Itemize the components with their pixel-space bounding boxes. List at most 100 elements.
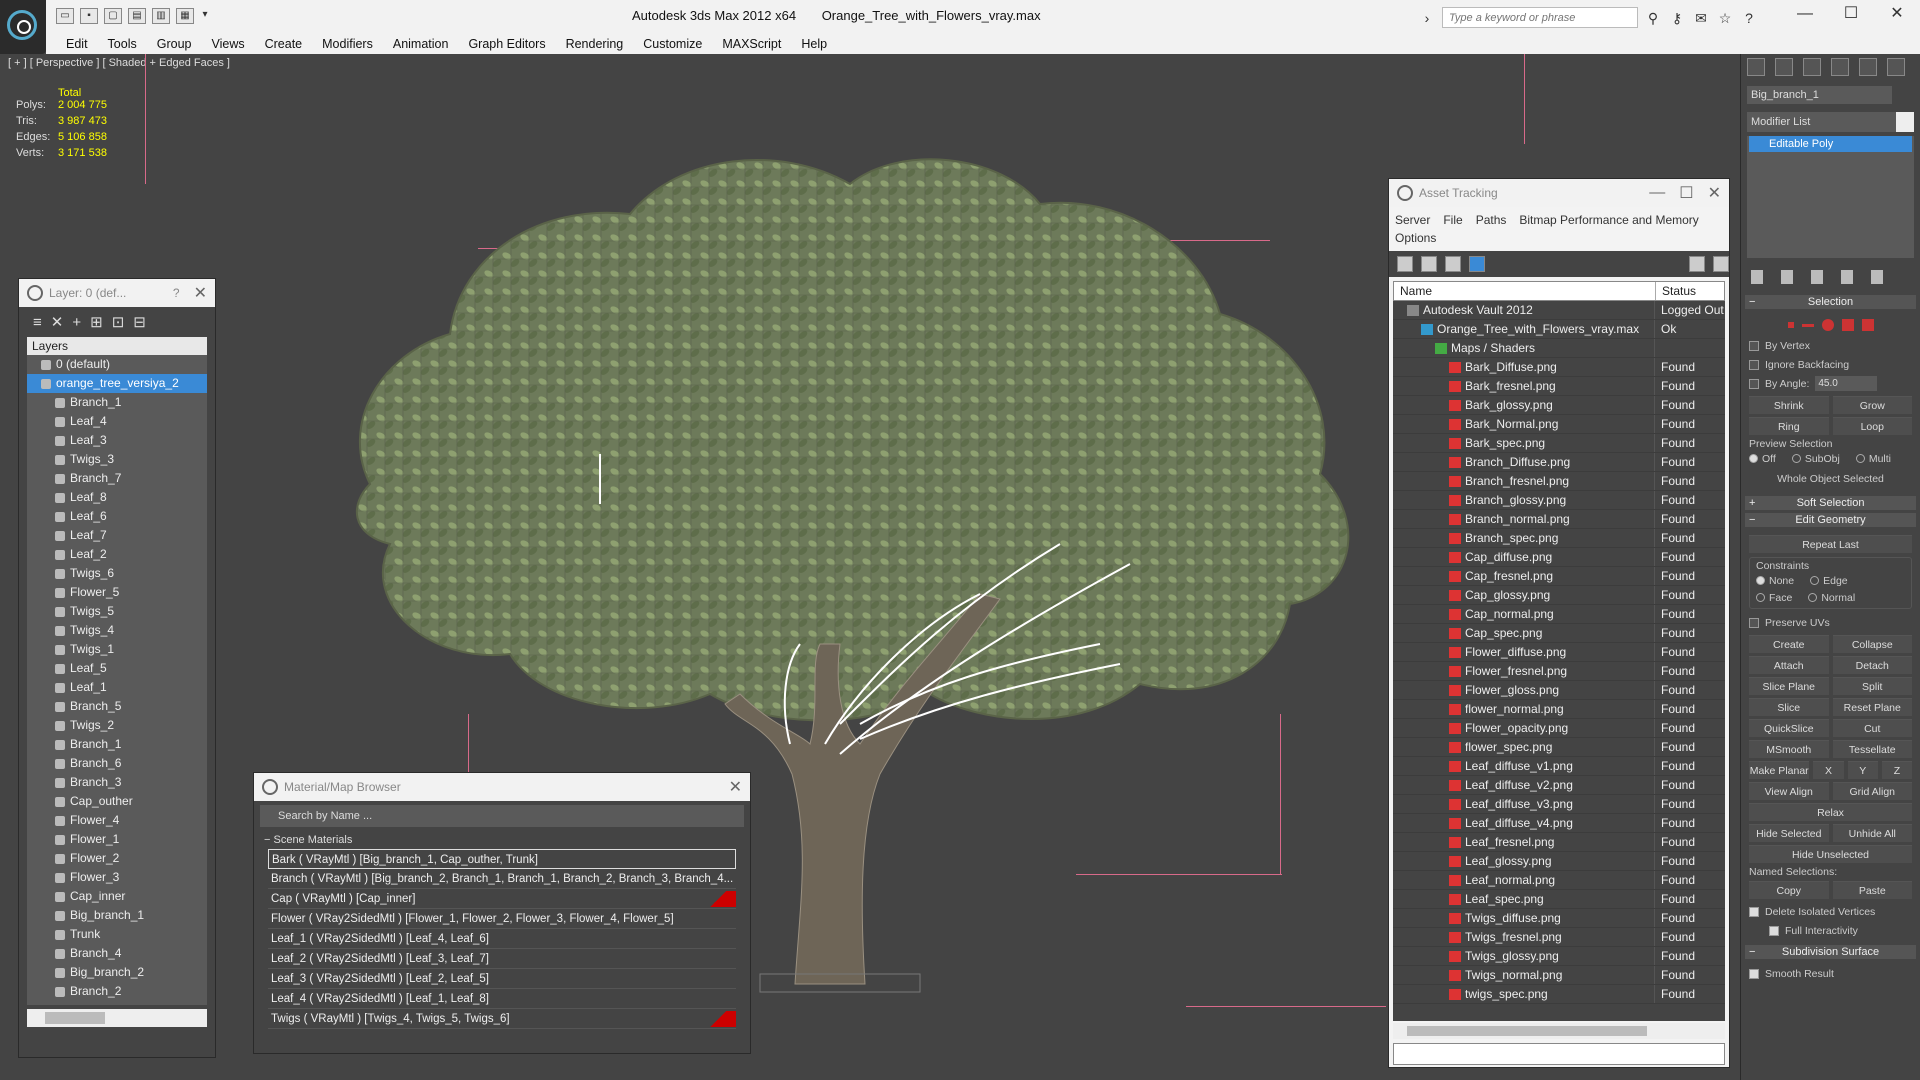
modify-tab-icon[interactable] (1775, 58, 1793, 76)
layer-item[interactable]: Flower_5 (27, 583, 207, 602)
create-button[interactable]: Create (1749, 635, 1829, 653)
asset-menu-item[interactable]: Server (1395, 211, 1430, 229)
thumbnail-icon[interactable] (1445, 256, 1461, 272)
create-tab-icon[interactable] (1747, 58, 1765, 76)
angle-spinner[interactable]: 45.0 (1815, 376, 1878, 391)
layer-item[interactable]: Big_branch_2 (27, 963, 207, 982)
layer-item[interactable]: Twigs_4 (27, 621, 207, 640)
asset-path-field[interactable] (1393, 1043, 1725, 1065)
menu-item-help[interactable]: Help (791, 34, 837, 54)
layer-item[interactable]: 0 (default) (27, 355, 207, 374)
grid-align-button[interactable]: Grid Align (1832, 782, 1912, 800)
layers-column-header[interactable]: Layers (27, 337, 207, 355)
selection-rollout-header[interactable]: − Selection (1745, 295, 1916, 309)
asset-row[interactable]: Bark_spec.png Found (1393, 434, 1725, 453)
close-icon[interactable]: ✕ (729, 777, 742, 797)
material-row[interactable]: Leaf_2 ( VRay2SidedMtl ) [Leaf_3, Leaf_7… (268, 949, 736, 969)
by-vertex-checkbox[interactable]: By Vertex (1749, 336, 1912, 355)
motion-tab-icon[interactable] (1831, 58, 1849, 76)
cut-button[interactable]: Cut (1832, 719, 1912, 737)
element-icon[interactable] (1861, 319, 1874, 331)
asset-row[interactable]: Twigs_fresnel.png Found (1393, 928, 1725, 947)
make-planar-button[interactable]: Make Planar (1749, 761, 1810, 779)
asset-menu-item[interactable]: Bitmap Performance and Memory (1519, 211, 1698, 229)
planar-y-button[interactable]: Y (1847, 761, 1878, 779)
repeat-last-button[interactable]: Repeat Last (1749, 535, 1912, 553)
modifier-list-dropdown[interactable]: Modifier List (1747, 112, 1914, 132)
menu-item-edit[interactable]: Edit (56, 34, 98, 54)
layer-item[interactable]: Branch_7 (27, 469, 207, 488)
layer-item[interactable]: Flower_2 (27, 849, 207, 868)
asset-row[interactable]: Autodesk Vault 2012 Logged Out (1393, 301, 1725, 320)
layer-item[interactable]: Leaf_4 (27, 412, 207, 431)
layer-item[interactable]: Flower_4 (27, 811, 207, 830)
asset-row[interactable]: Orange_Tree_with_Flowers_vray.max Ok (1393, 320, 1725, 339)
hierarchy-tab-icon[interactable] (1803, 58, 1821, 76)
maximize-button[interactable]: ☐ (1828, 0, 1874, 30)
material-row[interactable]: Bark ( VRayMtl ) [Big_branch_1, Cap_outh… (268, 849, 736, 869)
quickslice-button[interactable]: QuickSlice (1749, 719, 1829, 737)
vertex-icon[interactable] (1787, 322, 1794, 328)
full-interactivity-checkbox[interactable]: Full Interactivity (1749, 921, 1912, 940)
constraint-normal-radio[interactable]: Normal (1808, 592, 1855, 604)
utilities-tab-icon[interactable] (1887, 58, 1905, 76)
menu-item-modifiers[interactable]: Modifiers (312, 34, 383, 54)
show-end-result-icon[interactable] (1781, 270, 1793, 284)
asset-row[interactable]: Flower_opacity.png Found (1393, 719, 1725, 738)
layer-item[interactable]: Leaf_2 (27, 545, 207, 564)
communication-icon[interactable]: ✉ (1692, 9, 1710, 27)
layer-item[interactable]: Branch_5 (27, 697, 207, 716)
preserve-uvs-checkbox[interactable]: Preserve UVs (1749, 613, 1912, 632)
modifier-stack[interactable]: Editable Poly (1747, 136, 1914, 258)
relax-button[interactable]: Relax (1749, 803, 1912, 821)
asset-row[interactable]: Flower_diffuse.png Found (1393, 643, 1725, 662)
make-unique-icon[interactable] (1811, 270, 1823, 284)
attach-button[interactable]: Attach (1749, 656, 1829, 674)
asset-row[interactable]: flower_normal.png Found (1393, 700, 1725, 719)
list-icon[interactable] (1421, 256, 1437, 272)
layer-manager-titlebar[interactable]: Layer: 0 (def... ? ✕ (19, 279, 215, 307)
soft-selection-rollout-header[interactable]: + Soft Selection (1745, 496, 1916, 510)
shrink-button[interactable]: Shrink (1749, 396, 1829, 414)
scrollbar-thumb[interactable] (1407, 1026, 1647, 1036)
planar-z-button[interactable]: Z (1881, 761, 1913, 779)
layer-item[interactable]: Branch_6 (27, 754, 207, 773)
loop-button[interactable]: Loop (1832, 417, 1912, 435)
help-icon[interactable]: ? (1740, 9, 1758, 27)
split-checkbox[interactable]: Split (1832, 677, 1912, 695)
help-icon[interactable] (1689, 256, 1705, 272)
asset-row[interactable]: Cap_normal.png Found (1393, 605, 1725, 624)
layer-item[interactable]: Twigs_3 (27, 450, 207, 469)
open-icon[interactable]: ▭ (56, 8, 74, 24)
asset-row[interactable]: Branch_spec.png Found (1393, 529, 1725, 548)
asset-row[interactable]: Twigs_normal.png Found (1393, 966, 1725, 985)
material-search-input[interactable]: Search by Name ... (260, 805, 744, 827)
layer-item[interactable]: Branch_3 (27, 773, 207, 792)
layer-item[interactable]: Branch_4 (27, 944, 207, 963)
menu-item-animation[interactable]: Animation (383, 34, 459, 54)
material-row[interactable]: Twigs ( VRayMtl ) [Twigs_4, Twigs_5, Twi… (268, 1009, 736, 1029)
asset-row[interactable]: Branch_fresnel.png Found (1393, 472, 1725, 491)
hold-icon[interactable]: ▤ (128, 8, 146, 24)
menu-item-customize[interactable]: Customize (633, 34, 712, 54)
name-column-header[interactable]: Name (1394, 282, 1656, 300)
layer-item[interactable]: Twigs_1 (27, 640, 207, 659)
unhide-all-button[interactable]: Unhide All (1832, 824, 1912, 842)
layer-item[interactable]: Trunk (27, 925, 207, 944)
layer-item[interactable]: Flower_3 (27, 868, 207, 887)
preview-multi-radio[interactable]: Multi (1855, 453, 1891, 465)
copy-button[interactable]: Copy (1749, 881, 1829, 899)
constraint-edge-radio[interactable]: Edge (1810, 575, 1848, 587)
by-angle-checkbox[interactable]: By Angle: 45.0 (1749, 374, 1912, 393)
menu-item-create[interactable]: Create (255, 34, 313, 54)
stack-item-editable-poly[interactable]: Editable Poly (1749, 136, 1912, 152)
layer-item[interactable]: Cap_outher (27, 792, 207, 811)
remove-modifier-icon[interactable] (1841, 270, 1853, 284)
refresh-icon[interactable] (1397, 256, 1413, 272)
layer-item[interactable]: Leaf_8 (27, 488, 207, 507)
configure-sets-icon[interactable] (1871, 270, 1883, 284)
asset-row[interactable]: Leaf_diffuse_v1.png Found (1393, 757, 1725, 776)
delete-layer-icon[interactable]: ✕ (51, 313, 64, 331)
polygon-icon[interactable] (1841, 319, 1854, 331)
keyword-search-input[interactable] (1442, 7, 1638, 28)
